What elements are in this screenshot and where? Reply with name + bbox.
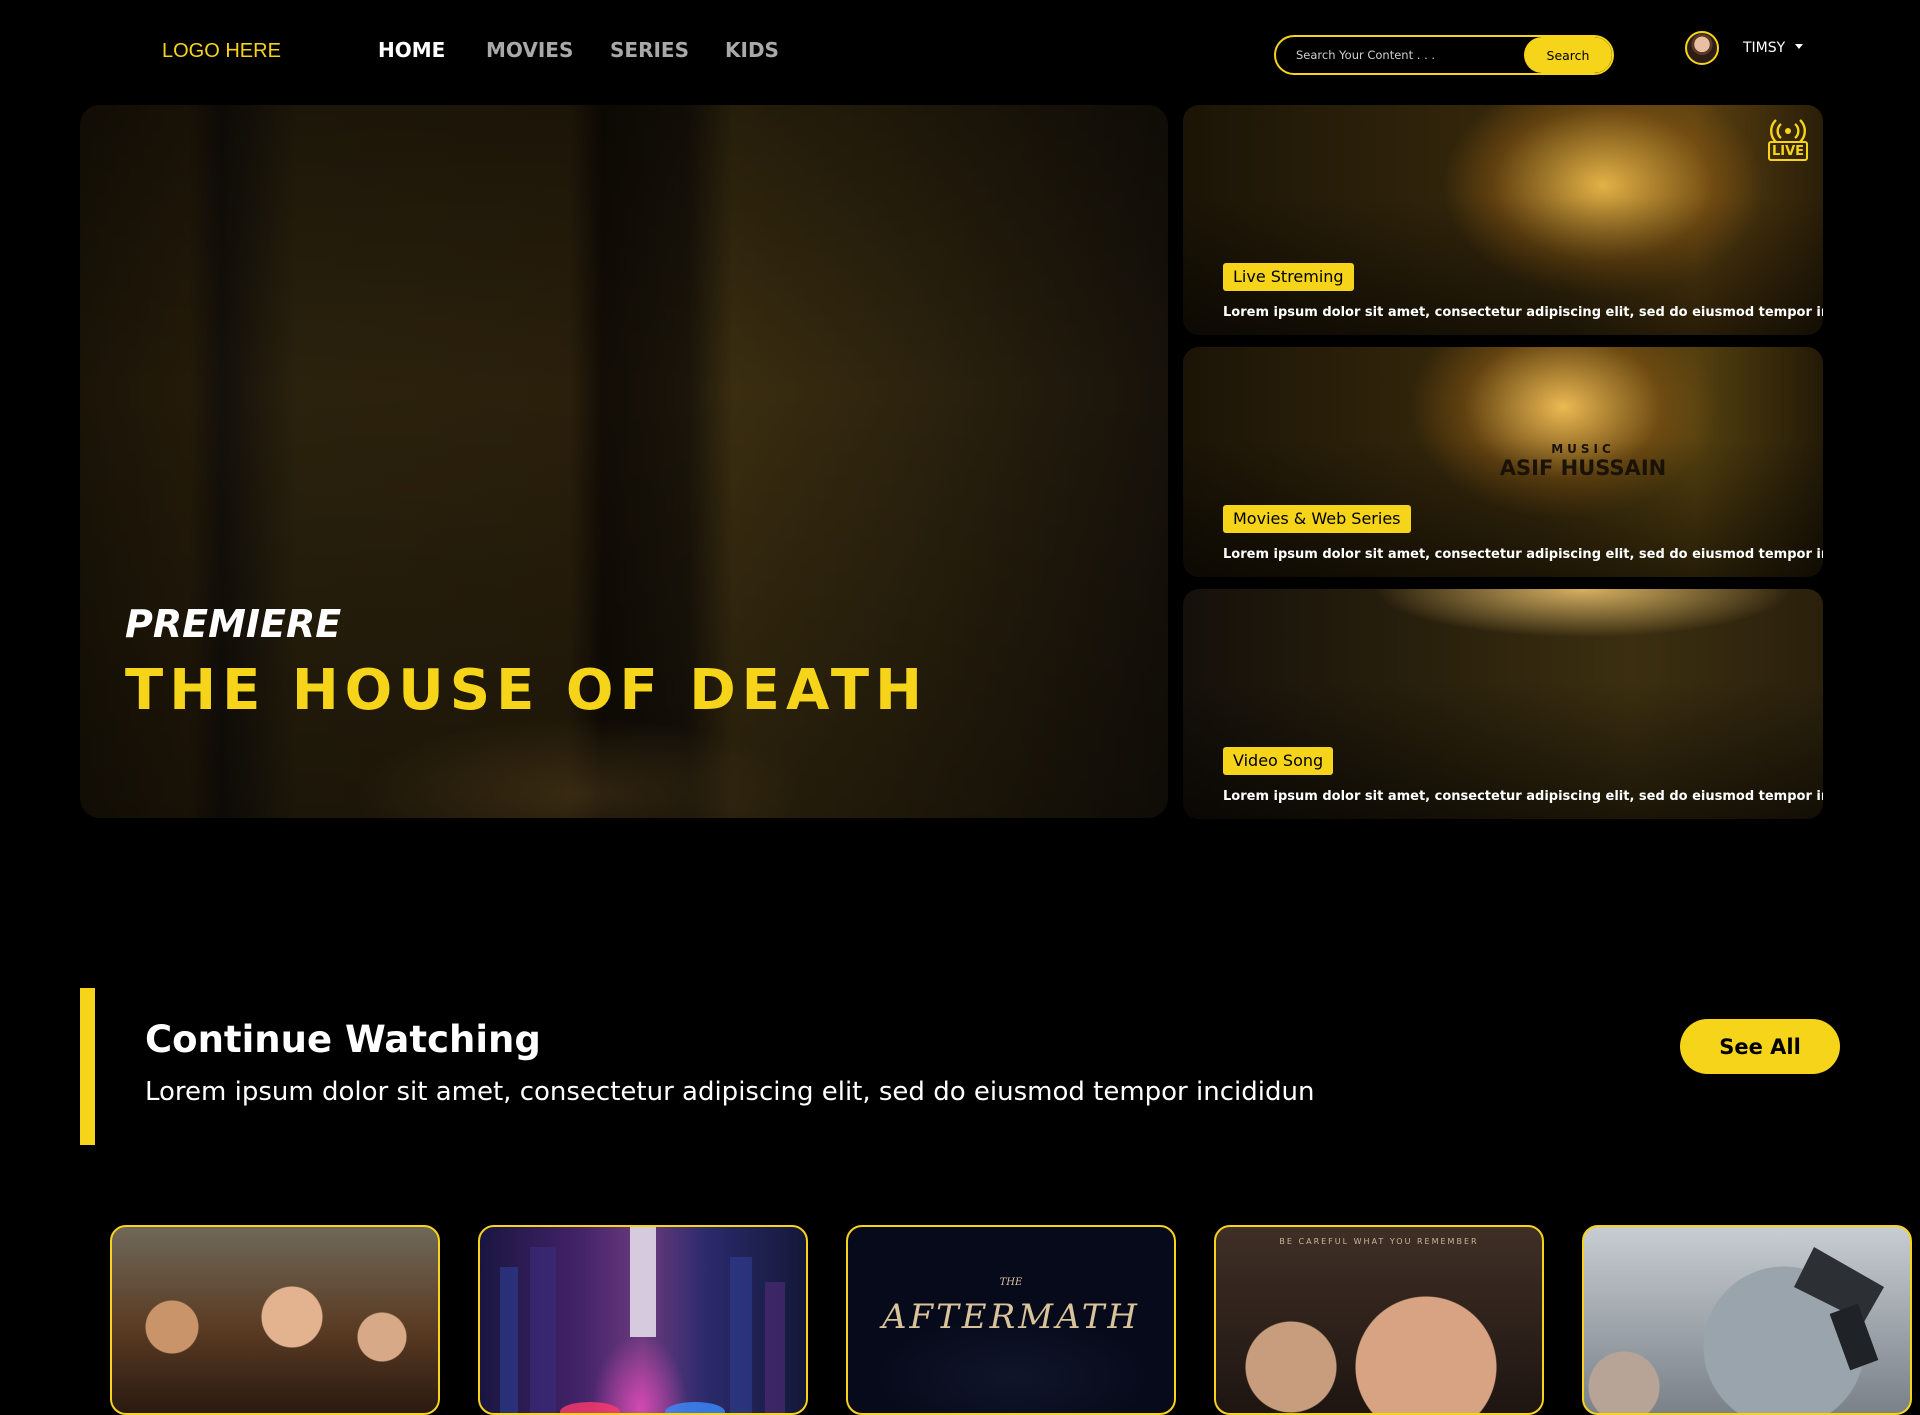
user-menu[interactable]: TIMSY bbox=[1743, 40, 1785, 56]
artwork-artist-name: ASIF HUSSAIN bbox=[1499, 456, 1667, 480]
card-video-song[interactable]: Video Song Lorem ipsum dolor sit amet, c… bbox=[1183, 589, 1823, 819]
search-input[interactable] bbox=[1276, 37, 1521, 73]
nav-kids[interactable]: KIDS bbox=[725, 38, 779, 62]
card-live-streaming[interactable]: LIVE Live Streming Lorem ipsum dolor sit… bbox=[1183, 105, 1823, 335]
card-description: Lorem ipsum dolor sit amet, consectetur … bbox=[1223, 305, 1823, 320]
poster-card[interactable]: THE AFTERMATH bbox=[846, 1225, 1176, 1415]
section-accent-bar bbox=[80, 988, 95, 1145]
live-broadcast-icon: LIVE bbox=[1767, 119, 1809, 163]
poster-tagline: BE CAREFUL WHAT YOU REMEMBER bbox=[1279, 1237, 1479, 1246]
gun-artwork bbox=[1794, 1247, 1884, 1371]
poster-card[interactable] bbox=[478, 1225, 808, 1415]
poster-title-small: THE bbox=[999, 1277, 1023, 1288]
section-subtitle: Lorem ipsum dolor sit amet, consectetur … bbox=[145, 1077, 1315, 1107]
avatar[interactable] bbox=[1685, 31, 1719, 65]
nav-series[interactable]: SERIES bbox=[610, 38, 689, 62]
see-all-button[interactable]: See All bbox=[1680, 1019, 1840, 1074]
card-description: Lorem ipsum dolor sit amet, consectetur … bbox=[1223, 547, 1823, 562]
card-tag: Video Song bbox=[1223, 747, 1334, 775]
nav-movies[interactable]: MOVIES bbox=[486, 38, 573, 62]
poster-title: AFTERMATH bbox=[881, 1297, 1141, 1337]
search-bar: Search bbox=[1274, 35, 1614, 75]
card-description: Lorem ipsum dolor sit amet, consectetur … bbox=[1223, 789, 1823, 804]
logo[interactable]: LOGO HERE bbox=[162, 40, 281, 63]
city-lights-artwork bbox=[500, 1227, 785, 1413]
hero-banner[interactable]: PREMIERE THE HOUSE OF DEATH bbox=[80, 105, 1168, 818]
card-tag: Live Streming bbox=[1223, 263, 1354, 291]
live-badge: LIVE bbox=[1768, 141, 1808, 161]
artwork-music-label: MUSIC bbox=[1551, 442, 1615, 456]
card-tag: Movies & Web Series bbox=[1223, 505, 1411, 533]
card-movies-web-series[interactable]: MUSIC ASIF HUSSAIN Movies & Web Series L… bbox=[1183, 347, 1823, 577]
section-title: Continue Watching bbox=[145, 1018, 541, 1061]
nav-home[interactable]: HOME bbox=[378, 38, 445, 62]
hero-title: THE HOUSE OF DEATH bbox=[125, 658, 928, 723]
card-artwork-text: MUSIC ASIF HUSSAIN bbox=[1483, 442, 1683, 480]
hero-kicker: PREMIERE bbox=[125, 602, 342, 646]
poster-card[interactable] bbox=[1582, 1225, 1912, 1415]
top-navbar: LOGO HERE HOME MOVIES SERIES KIDS Search… bbox=[0, 0, 1920, 105]
chevron-down-icon[interactable] bbox=[1795, 44, 1803, 49]
poster-card[interactable] bbox=[110, 1225, 440, 1415]
poster-card[interactable]: BE CAREFUL WHAT YOU REMEMBER bbox=[1214, 1225, 1544, 1415]
search-button[interactable]: Search bbox=[1524, 37, 1612, 73]
